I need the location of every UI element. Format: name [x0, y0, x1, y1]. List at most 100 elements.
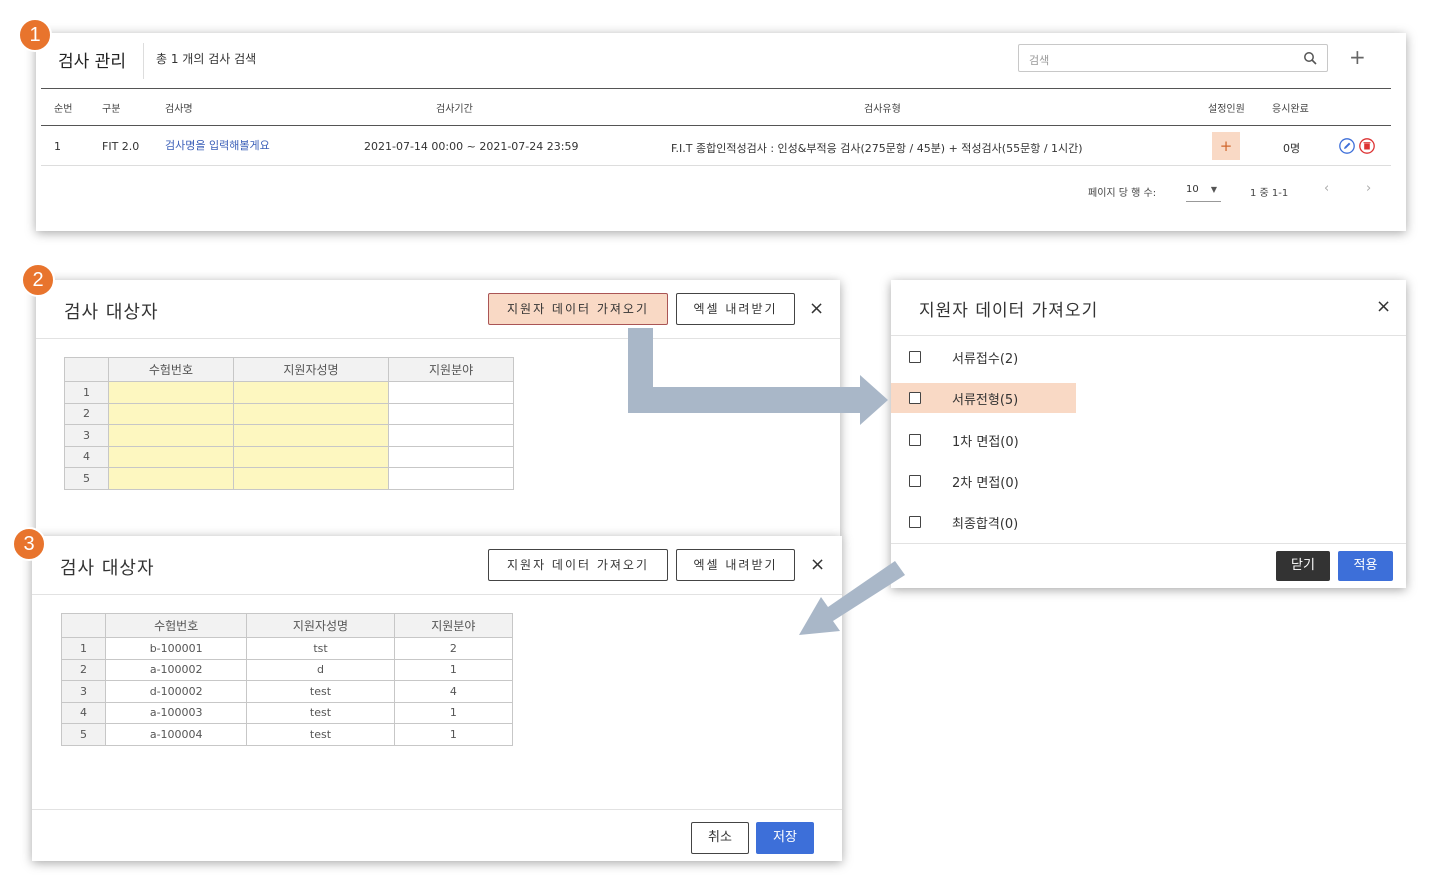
- checkbox[interactable]: [909, 434, 921, 446]
- grid-cell[interactable]: [108, 467, 234, 490]
- table-row[interactable]: 2 a-100002 d 1: [61, 658, 514, 681]
- rows-per-page-value: 10: [1186, 184, 1199, 195]
- search-input[interactable]: 검색: [1018, 44, 1328, 72]
- excel-download-button[interactable]: 엑셀 내려받기: [676, 293, 795, 325]
- option-second-interview[interactable]: 2차 면접(0): [891, 466, 1076, 496]
- option-label: 서류전형(5): [952, 393, 1019, 408]
- grid-corner: [64, 357, 109, 382]
- grid-cell[interactable]: [232, 424, 390, 447]
- dialog-title: 검사 대상자: [60, 558, 155, 579]
- checkbox[interactable]: [909, 475, 921, 487]
- divider: [891, 335, 1406, 336]
- row-number: 2: [61, 658, 106, 681]
- flow-arrow-down-left-icon: [799, 561, 905, 635]
- exam-id-cell[interactable]: a-100002: [104, 658, 248, 681]
- set-count-add-button[interactable]: +: [1212, 132, 1240, 160]
- table-row[interactable]: 1: [64, 381, 514, 404]
- import-applicant-button[interactable]: 지원자 데이터 가져오기: [488, 293, 668, 325]
- add-exam-button[interactable]: +: [1349, 44, 1366, 70]
- grid-cell[interactable]: [108, 381, 234, 404]
- search-icon[interactable]: [1303, 51, 1317, 65]
- close-icon[interactable]: ×: [809, 298, 824, 319]
- target-grid: 수험번호 지원자성명 지원분야 1 2 3 4 5: [64, 357, 514, 490]
- applicant-name-cell[interactable]: test: [246, 680, 395, 703]
- excel-download-button[interactable]: 엑셀 내려받기: [676, 549, 795, 581]
- table-row[interactable]: 5 a-100004 test 1: [61, 723, 514, 746]
- applicant-name-cell[interactable]: test: [246, 723, 395, 746]
- field-cell[interactable]: 1: [393, 658, 514, 681]
- caret-down-icon: ▼: [1210, 185, 1217, 194]
- option-label: 1차 면접(0): [952, 435, 1019, 450]
- option-label: 서류접수(2): [952, 352, 1019, 367]
- grid-cell[interactable]: [108, 402, 234, 425]
- step-badge-1: 1: [18, 18, 52, 52]
- exam-id-cell[interactable]: d-100002: [104, 680, 248, 703]
- exam-name-link[interactable]: 검사명을 입력해볼게요: [165, 137, 270, 153]
- grid-cell[interactable]: [388, 445, 514, 468]
- grid-cell[interactable]: [108, 424, 234, 447]
- header-line: [41, 88, 1391, 89]
- option-first-interview[interactable]: 1차 면접(0): [891, 425, 1076, 455]
- grid-cell[interactable]: [388, 402, 514, 425]
- field-cell[interactable]: 2: [393, 637, 514, 660]
- table-row[interactable]: 5: [64, 467, 514, 490]
- table-row[interactable]: 4 a-100003 test 1: [61, 701, 514, 724]
- row-period: 2021-07-14 00:00 ~ 2021-07-24 23:59: [364, 140, 579, 153]
- col-header-exam-id: 수험번호: [108, 357, 234, 382]
- field-cell[interactable]: 1: [393, 723, 514, 746]
- checkbox[interactable]: [909, 516, 921, 528]
- apply-button[interactable]: 적용: [1338, 551, 1393, 581]
- divider: [143, 43, 144, 79]
- col-header-no: 순번: [54, 104, 73, 115]
- flow-arrow-right-icon: [628, 328, 888, 425]
- grid-cell[interactable]: [108, 445, 234, 468]
- field-cell[interactable]: 1: [393, 701, 514, 724]
- exam-id-cell[interactable]: a-100004: [104, 723, 248, 746]
- grid-cell[interactable]: [232, 402, 390, 425]
- row-number: 3: [61, 680, 106, 703]
- row-type: F.I.T 종합인적성검사 : 인성&부적응 검사(275문항 / 45분) +…: [671, 142, 1083, 155]
- cancel-button[interactable]: 취소: [691, 822, 749, 854]
- target-dialog-filled: 검사 대상자 지원자 데이터 가져오기 엑셀 내려받기 × 수험번호 지원자성명…: [32, 536, 842, 861]
- option-doc-screening[interactable]: 서류전형(5): [891, 383, 1076, 413]
- import-applicant-dialog: 지원자 데이터 가져오기 × 서류접수(2) 서류전형(5) 1차 면접(0) …: [891, 280, 1406, 588]
- grid-cell[interactable]: [232, 445, 390, 468]
- row-number: 2: [64, 402, 109, 425]
- checkbox[interactable]: [909, 392, 921, 404]
- save-button[interactable]: 저장: [756, 822, 814, 854]
- table-row[interactable]: 1 b-100001 tst 2: [61, 637, 514, 660]
- grid-cell[interactable]: [232, 381, 390, 404]
- field-cell[interactable]: 4: [393, 680, 514, 703]
- checkbox[interactable]: [909, 351, 921, 363]
- col-header-exam-id: 수험번호: [104, 613, 248, 638]
- grid-cell[interactable]: [388, 381, 514, 404]
- table-row[interactable]: 4: [64, 445, 514, 468]
- exam-id-cell[interactable]: a-100003: [104, 701, 248, 724]
- import-applicant-button[interactable]: 지원자 데이터 가져오기: [488, 549, 668, 581]
- option-doc-received[interactable]: 서류접수(2): [891, 342, 1076, 372]
- option-final-pass[interactable]: 최종합격(0): [891, 507, 1076, 537]
- col-header-type: 검사유형: [864, 104, 901, 115]
- table-row[interactable]: 3: [64, 424, 514, 447]
- prev-page-icon[interactable]: ‹: [1324, 181, 1329, 196]
- row-number: 1: [64, 381, 109, 404]
- row-number: 4: [64, 445, 109, 468]
- close-button[interactable]: 닫기: [1276, 551, 1330, 581]
- exam-id-cell[interactable]: b-100001: [104, 637, 248, 660]
- edit-icon[interactable]: [1339, 138, 1355, 154]
- table-row[interactable]: 3 d-100002 test 4: [61, 680, 514, 703]
- delete-icon[interactable]: [1359, 138, 1375, 154]
- grid-cell[interactable]: [388, 424, 514, 447]
- table-row[interactable]: 2: [64, 402, 514, 425]
- grid-cell[interactable]: [232, 467, 390, 490]
- grid-cell[interactable]: [388, 467, 514, 490]
- next-page-icon[interactable]: ›: [1366, 181, 1371, 196]
- col-header-field: 지원분야: [388, 357, 514, 382]
- applicant-name-cell[interactable]: tst: [246, 637, 395, 660]
- rows-per-page-label: 페이지 당 행 수:: [1088, 188, 1157, 199]
- row-category: FIT 2.0: [102, 140, 140, 153]
- rows-per-page-select[interactable]: 10 ▼: [1186, 180, 1221, 202]
- applicant-name-cell[interactable]: d: [246, 658, 395, 681]
- applicant-name-cell[interactable]: test: [246, 701, 395, 724]
- close-icon[interactable]: ×: [1376, 296, 1391, 317]
